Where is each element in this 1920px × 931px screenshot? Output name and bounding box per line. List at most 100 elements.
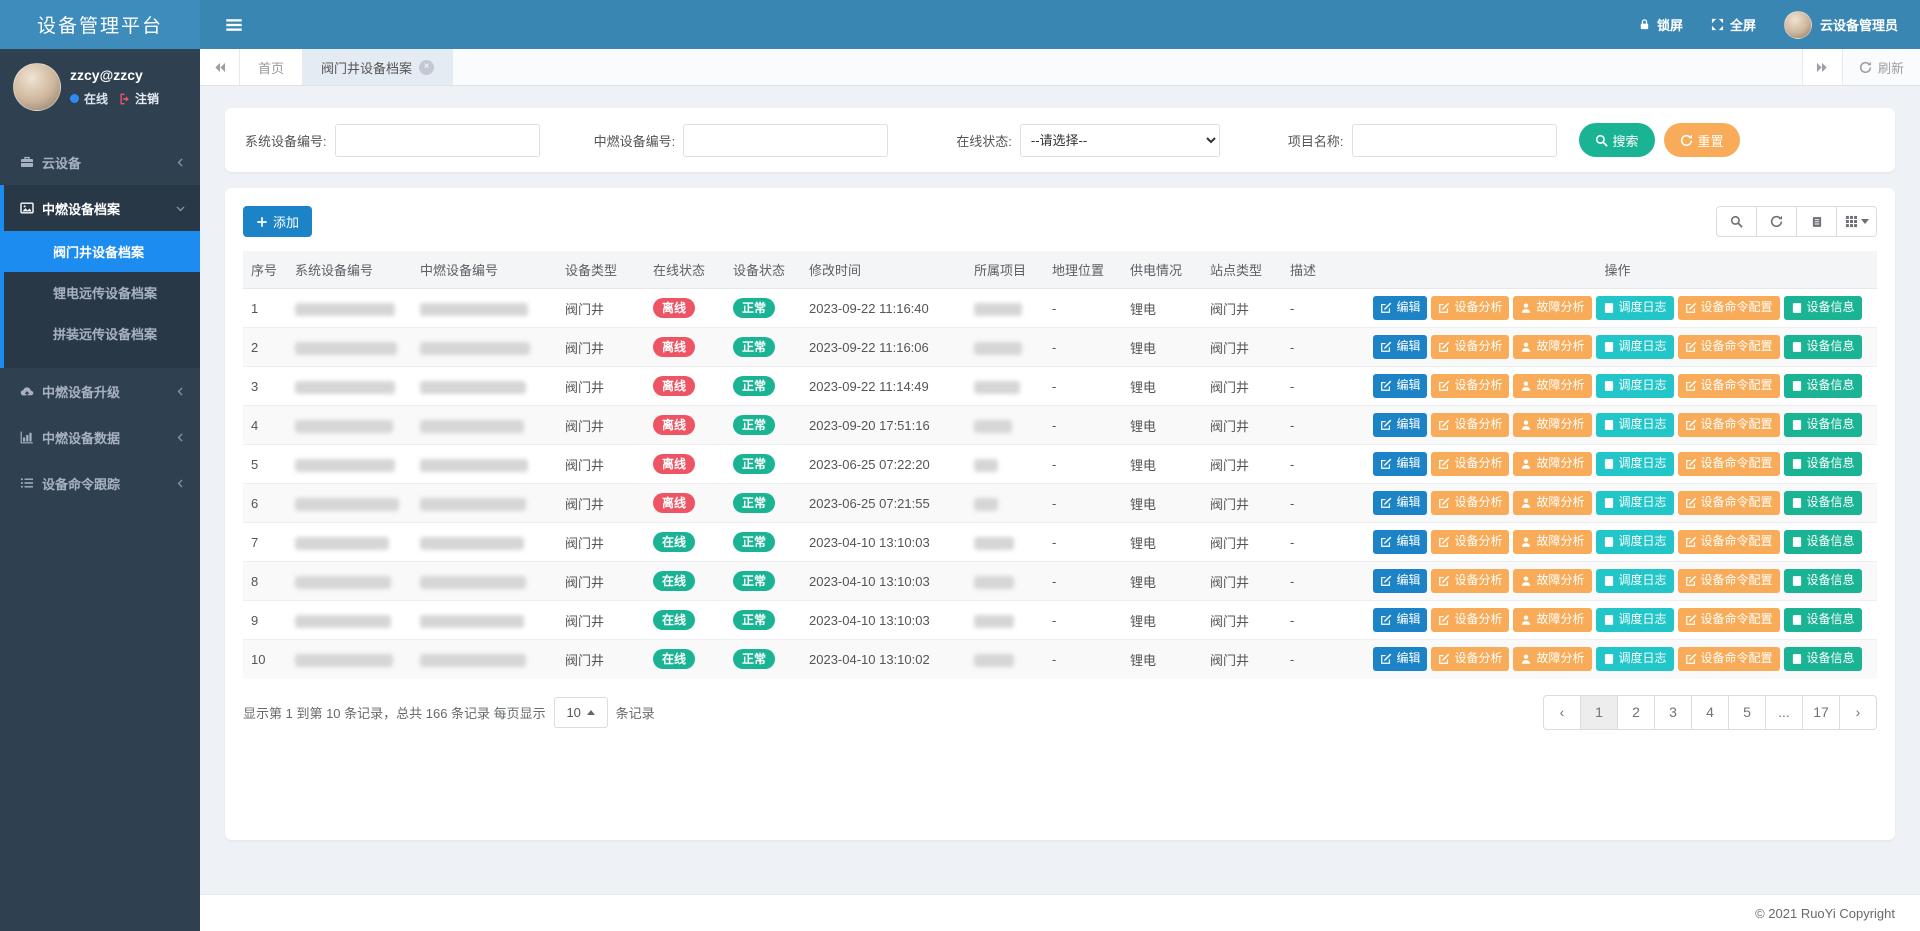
sidebar-item-valve-well-archive[interactable]: 阀门井设备档案 xyxy=(4,231,200,272)
row-action-button[interactable]: 故障分析 xyxy=(1513,530,1591,554)
row-action-button[interactable]: 调度日志 xyxy=(1596,335,1674,359)
row-action-button[interactable]: 调度日志 xyxy=(1596,647,1674,671)
row-action-button[interactable]: 故障分析 xyxy=(1513,413,1591,437)
row-action-button[interactable]: 设备信息 xyxy=(1784,608,1862,632)
table-detail-view-button[interactable] xyxy=(1796,206,1837,237)
row-action-button[interactable]: 编辑 xyxy=(1373,296,1427,320)
row-action-button[interactable]: 设备信息 xyxy=(1784,374,1862,398)
row-action-button[interactable]: 故障分析 xyxy=(1513,491,1591,515)
row-action-button[interactable]: 设备信息 xyxy=(1784,491,1862,515)
fullscreen-button[interactable]: 全屏 xyxy=(1711,15,1756,34)
row-action-button[interactable]: 编辑 xyxy=(1373,647,1427,671)
row-action-button[interactable]: 设备分析 xyxy=(1431,608,1509,632)
row-action-button[interactable]: 调度日志 xyxy=(1596,452,1674,476)
table-columns-button[interactable] xyxy=(1836,206,1877,237)
row-action-button[interactable]: 调度日志 xyxy=(1596,413,1674,437)
row-action-button[interactable]: 设备分析 xyxy=(1431,335,1509,359)
search-button[interactable]: 搜索 xyxy=(1579,123,1655,157)
close-icon[interactable]: × xyxy=(419,60,434,75)
page-next-button[interactable]: › xyxy=(1839,695,1877,730)
row-action-button[interactable]: 编辑 xyxy=(1373,569,1427,593)
row-action-button[interactable]: 编辑 xyxy=(1373,608,1427,632)
gas-device-no-input[interactable] xyxy=(683,124,888,157)
row-action-button[interactable]: 调度日志 xyxy=(1596,374,1674,398)
page-number-button[interactable]: 17 xyxy=(1802,695,1840,730)
row-action-button[interactable]: 设备信息 xyxy=(1784,413,1862,437)
row-action-button[interactable]: 调度日志 xyxy=(1596,491,1674,515)
row-action-button[interactable]: 调度日志 xyxy=(1596,569,1674,593)
table-refresh-button[interactable] xyxy=(1756,206,1797,237)
add-button[interactable]: 添加 xyxy=(243,206,312,237)
row-action-button[interactable]: 设备信息 xyxy=(1784,530,1862,554)
sidebar-item-assembled-remote-archive[interactable]: 拼装远传设备档案 xyxy=(4,313,200,354)
sidebar-item-device-upgrade[interactable]: 中燃设备升级 xyxy=(0,368,200,414)
row-action-button[interactable]: 故障分析 xyxy=(1513,647,1591,671)
row-action-button[interactable]: 故障分析 xyxy=(1513,608,1591,632)
tab-valve-well-archive[interactable]: 阀门井设备档案 × xyxy=(303,49,453,85)
row-action-button[interactable]: 设备命令配置 xyxy=(1678,530,1780,554)
row-action-button[interactable]: 编辑 xyxy=(1373,413,1427,437)
row-action-button[interactable]: 设备分析 xyxy=(1431,647,1509,671)
reset-button[interactable]: 重置 xyxy=(1664,123,1740,157)
row-action-button[interactable]: 编辑 xyxy=(1373,530,1427,554)
tabs-scroll-left-button[interactable] xyxy=(200,49,240,85)
row-action-button[interactable]: 设备命令配置 xyxy=(1678,569,1780,593)
page-number-button[interactable]: 4 xyxy=(1691,695,1729,730)
row-action-button[interactable]: 调度日志 xyxy=(1596,530,1674,554)
row-action-button[interactable]: 设备信息 xyxy=(1784,452,1862,476)
row-action-button[interactable]: 设备分析 xyxy=(1431,491,1509,515)
sidebar-toggle-icon[interactable] xyxy=(224,16,244,34)
logout-button[interactable]: 注销 xyxy=(119,90,159,107)
row-action-button[interactable]: 故障分析 xyxy=(1513,374,1591,398)
row-action-button[interactable]: 设备分析 xyxy=(1431,569,1509,593)
row-action-button[interactable]: 设备命令配置 xyxy=(1678,452,1780,476)
page-ellipsis[interactable]: ... xyxy=(1765,695,1803,730)
row-action-button[interactable]: 设备分析 xyxy=(1431,413,1509,437)
row-action-button[interactable]: 设备分析 xyxy=(1431,530,1509,554)
row-action-button[interactable]: 编辑 xyxy=(1373,452,1427,476)
refresh-tab-button[interactable]: 刷新 xyxy=(1842,49,1920,85)
row-action-button[interactable]: 调度日志 xyxy=(1596,608,1674,632)
sidebar-item-lithium-remote-archive[interactable]: 锂电远传设备档案 xyxy=(4,272,200,313)
page-size-dropdown[interactable]: 10 xyxy=(554,697,608,728)
row-action-button[interactable]: 设备命令配置 xyxy=(1678,413,1780,437)
row-action-button[interactable]: 设备命令配置 xyxy=(1678,335,1780,359)
system-device-no-input[interactable] xyxy=(335,124,540,157)
row-action-button[interactable]: 故障分析 xyxy=(1513,296,1591,320)
tabs-scroll-right-button[interactable] xyxy=(1802,49,1842,85)
project-name-input[interactable] xyxy=(1352,124,1557,157)
row-action-button[interactable]: 设备分析 xyxy=(1431,374,1509,398)
sidebar-item-cloud-devices[interactable]: 云设备 xyxy=(0,139,200,185)
row-action-button[interactable]: 故障分析 xyxy=(1513,335,1591,359)
row-action-button[interactable]: 设备命令配置 xyxy=(1678,491,1780,515)
table-search-button[interactable] xyxy=(1716,206,1757,237)
user-menu[interactable]: 云设备管理员 xyxy=(1784,11,1898,39)
row-action-button[interactable]: 设备分析 xyxy=(1431,452,1509,476)
sidebar-item-device-data[interactable]: 中燃设备数据 xyxy=(0,414,200,460)
page-number-button[interactable]: 2 xyxy=(1617,695,1655,730)
sidebar-item-command-tracking[interactable]: 设备命令跟踪 xyxy=(0,460,200,506)
row-action-button[interactable]: 故障分析 xyxy=(1513,569,1591,593)
row-action-button[interactable]: 编辑 xyxy=(1373,374,1427,398)
row-action-button[interactable]: 设备命令配置 xyxy=(1678,296,1780,320)
page-number-button[interactable]: 3 xyxy=(1654,695,1692,730)
page-number-button[interactable]: 1 xyxy=(1580,695,1618,730)
row-action-button[interactable]: 设备信息 xyxy=(1784,296,1862,320)
tab-home[interactable]: 首页 xyxy=(240,49,303,85)
row-action-button[interactable]: 设备信息 xyxy=(1784,335,1862,359)
row-action-button[interactable]: 设备命令配置 xyxy=(1678,374,1780,398)
row-action-button[interactable]: 设备信息 xyxy=(1784,647,1862,671)
online-status-select[interactable]: --请选择-- xyxy=(1020,124,1220,157)
row-action-button[interactable]: 设备命令配置 xyxy=(1678,608,1780,632)
row-action-button[interactable]: 编辑 xyxy=(1373,491,1427,515)
row-action-button[interactable]: 设备信息 xyxy=(1784,569,1862,593)
page-number-button[interactable]: 5 xyxy=(1728,695,1766,730)
row-action-button[interactable]: 故障分析 xyxy=(1513,452,1591,476)
lock-screen-button[interactable]: 锁屏 xyxy=(1638,15,1683,34)
row-action-button[interactable]: 设备命令配置 xyxy=(1678,647,1780,671)
row-action-button[interactable]: 调度日志 xyxy=(1596,296,1674,320)
page-prev-button[interactable]: ‹ xyxy=(1543,695,1581,730)
row-action-button[interactable]: 设备分析 xyxy=(1431,296,1509,320)
row-action-button[interactable]: 编辑 xyxy=(1373,335,1427,359)
sidebar-item-device-archive[interactable]: 中燃设备档案 xyxy=(4,185,200,231)
